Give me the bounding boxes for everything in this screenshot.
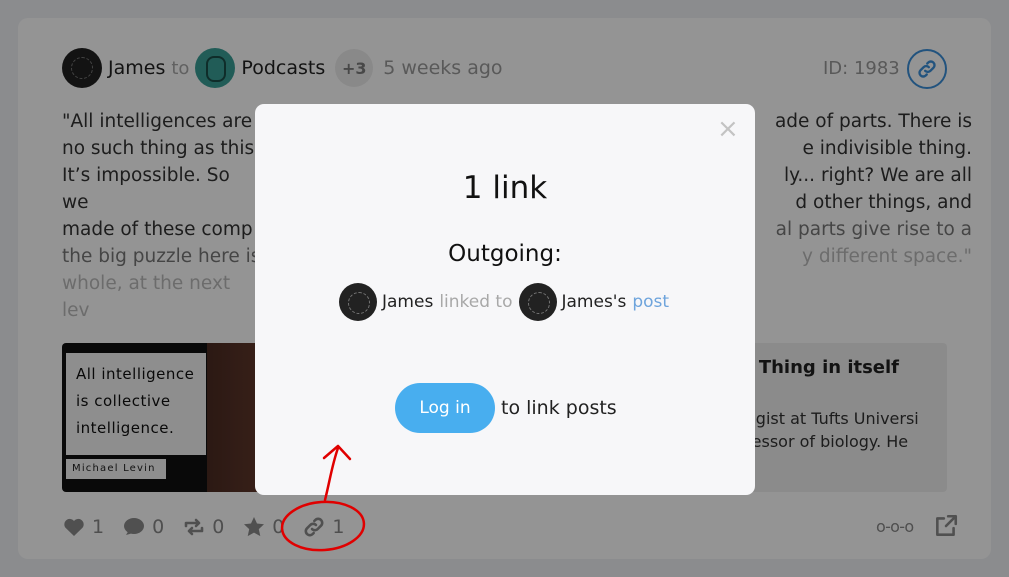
red-annotation	[280, 444, 366, 552]
